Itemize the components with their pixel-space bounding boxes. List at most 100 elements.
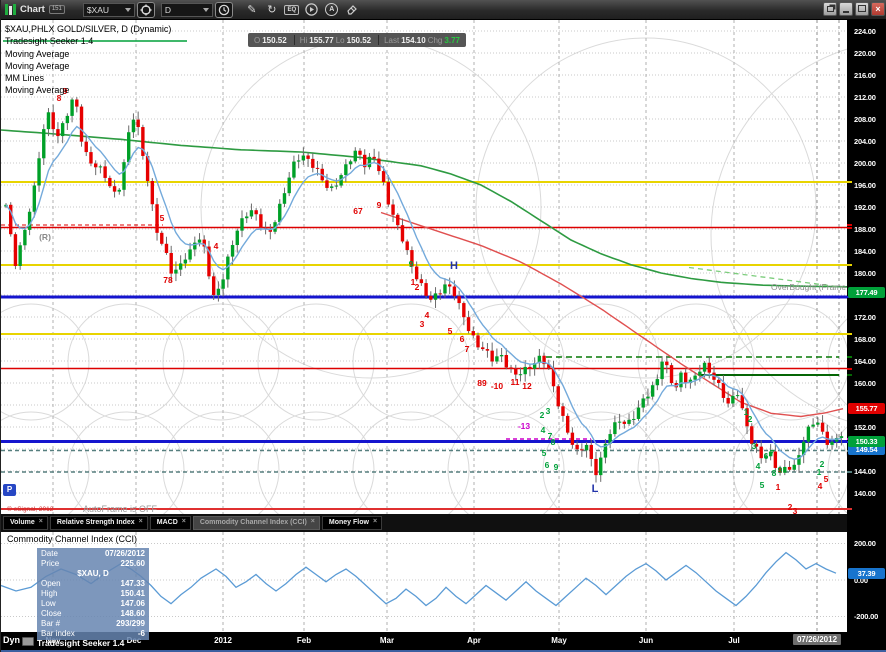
app-icon <box>5 4 16 15</box>
seeker-annotation: 78 <box>163 275 173 285</box>
price-tick-label: 204.00 <box>854 136 876 146</box>
clock-icon <box>218 4 230 15</box>
close-tab-icon[interactable]: × <box>39 518 43 525</box>
study-legend: $XAU,PHLX GOLD/SILVER, D (Dynamic) Trades… <box>5 23 171 97</box>
price-tick-label: 172.00 <box>854 312 876 322</box>
seeker-annotation: 11 <box>511 377 520 387</box>
seeker-annotation: 4 <box>818 481 823 491</box>
time-label-apr: Apr <box>467 636 481 645</box>
refresh-button[interactable]: ↻ <box>263 2 281 18</box>
seeker-annotation: 1 <box>817 467 822 477</box>
copyright-text: © eSignal, 2012 <box>7 506 54 513</box>
price-tick-label: 196.00 <box>854 180 876 190</box>
price-tag: 177.49 <box>848 286 885 298</box>
tab-macd[interactable]: MACD × <box>149 516 191 530</box>
seeker-annotation: 5 <box>448 326 453 336</box>
time-template-button[interactable] <box>214 1 233 18</box>
seeker-annotation: 6 <box>764 451 769 461</box>
close-button[interactable]: × <box>871 2 885 16</box>
maximize-button[interactable] <box>855 2 869 16</box>
p-badge[interactable]: P <box>3 484 16 496</box>
seeker-annotation: 9 <box>554 462 559 472</box>
tab-commodity-channel-index-cci-[interactable]: Commodity Channel Index (CCI) × <box>192 516 320 530</box>
level-tick-mark <box>847 471 852 473</box>
legend-line: $XAU,PHLX GOLD/SILVER, D (Dynamic) <box>5 24 172 34</box>
interval-value: D <box>164 4 171 15</box>
legend-line: Moving Average <box>5 48 70 59</box>
seeker-annotation: 4 <box>214 241 219 251</box>
time-label-feb: Feb <box>296 636 312 645</box>
close-tab-icon[interactable]: × <box>311 518 315 525</box>
minimize-button[interactable] <box>839 2 853 16</box>
tooltip-row: Price 225.60 <box>41 559 145 568</box>
close-tab-icon[interactable]: × <box>139 518 143 525</box>
last-value: 154.10 <box>401 35 426 45</box>
seeker-annotation: 5 <box>824 474 829 484</box>
status-badge[interactable] <box>22 637 34 646</box>
tab-label: MACD <box>156 519 178 526</box>
seeker-annotation: 7 <box>770 448 775 458</box>
seeker-annotation: 89 <box>477 378 487 388</box>
eraser-button[interactable] <box>343 2 361 18</box>
close-tab-icon[interactable]: × <box>182 518 186 525</box>
tooltip-row: Open 147.33 <box>41 579 145 588</box>
tab-label: Relative Strength Index <box>56 519 135 526</box>
symbol-lookup-button[interactable] <box>136 1 155 18</box>
seeker-annotation: 9 <box>409 259 414 269</box>
symbol-combo[interactable]: $XAU <box>82 2 135 17</box>
seeker-annotation: 1 <box>776 482 781 492</box>
open-value: 150.52 <box>262 35 287 45</box>
chg-label: Chg <box>427 35 443 45</box>
symbol-value: $XAU <box>86 4 110 15</box>
tooltip-title: $XAU, D <box>77 569 109 578</box>
level-tick-mark <box>847 226 852 229</box>
price-tick-label: 164.00 <box>854 356 876 366</box>
tab-label: Commodity Channel Index (CCI) <box>199 519 307 526</box>
seeker-annotation: 3 <box>420 319 425 329</box>
seeker-annotation: 8 <box>772 468 777 478</box>
tab-money-flow[interactable]: Money Flow × <box>321 516 383 530</box>
seeker-annotation: -10 <box>491 381 504 391</box>
time-label-mar: Mar <box>379 636 395 645</box>
seeker-annotation: 2 <box>540 410 545 420</box>
tab-label: Money Flow <box>328 519 369 526</box>
open-label: O <box>254 35 261 45</box>
price-tick-label: 160.00 <box>854 378 876 388</box>
legend-line: Moving Average <box>5 60 70 71</box>
draw-pencil-button[interactable]: ✎ <box>243 2 261 18</box>
play-button[interactable] <box>303 2 321 18</box>
restore-button[interactable] <box>823 2 837 16</box>
chevron-down-icon[interactable] <box>202 7 209 12</box>
seeker-annotation: 9 <box>377 200 382 210</box>
chevron-down-icon[interactable] <box>124 7 131 12</box>
level-tick-mark <box>847 374 852 376</box>
auto-icon: A <box>325 3 339 16</box>
price-tick-label: 208.00 <box>854 114 876 124</box>
seeker-annotation: 3 <box>546 406 551 416</box>
cci-tick-label: -200.00 <box>854 612 879 621</box>
low-label: Lo <box>335 35 345 45</box>
price-axis[interactable]: 224.00 220.00 216.00 212.00 208.00 204.00 200.… <box>847 20 886 632</box>
overbought-label: OverBought (Frame <box>771 282 846 292</box>
seeker-annotation: 6 <box>545 460 550 470</box>
seeker-annotation: 5 <box>760 480 765 490</box>
cci-tick-label: 200.00 <box>854 539 876 548</box>
price-tick-label: 144.00 <box>854 466 876 476</box>
dynamic-mode-label: Dyn <box>3 635 21 645</box>
seeker-annotation: (R) <box>39 232 51 242</box>
interval-combo[interactable]: D <box>160 2 213 17</box>
seeker-annotation: 8 <box>551 437 556 447</box>
price-tag: 150.33 <box>848 435 885 447</box>
play-icon <box>305 3 319 16</box>
window-controls: × <box>823 2 885 16</box>
close-tab-icon[interactable]: × <box>373 518 377 525</box>
indicator-tab-bar: Volume × Relative Strength Index × MACD × Comm… <box>1 514 847 532</box>
tab-volume[interactable]: Volume × <box>3 516 48 530</box>
seeker-annotation: H <box>450 260 458 272</box>
legend-line: Tradesight Seeker 1.4 <box>5 36 94 47</box>
auto-button[interactable]: A <box>323 2 341 18</box>
eq-icon: EQ <box>284 4 300 15</box>
tab-relative-strength-index[interactable]: Relative Strength Index × <box>49 516 148 530</box>
eq-button[interactable]: EQ <box>283 2 301 18</box>
seeker-annotation: 2 <box>415 282 420 292</box>
